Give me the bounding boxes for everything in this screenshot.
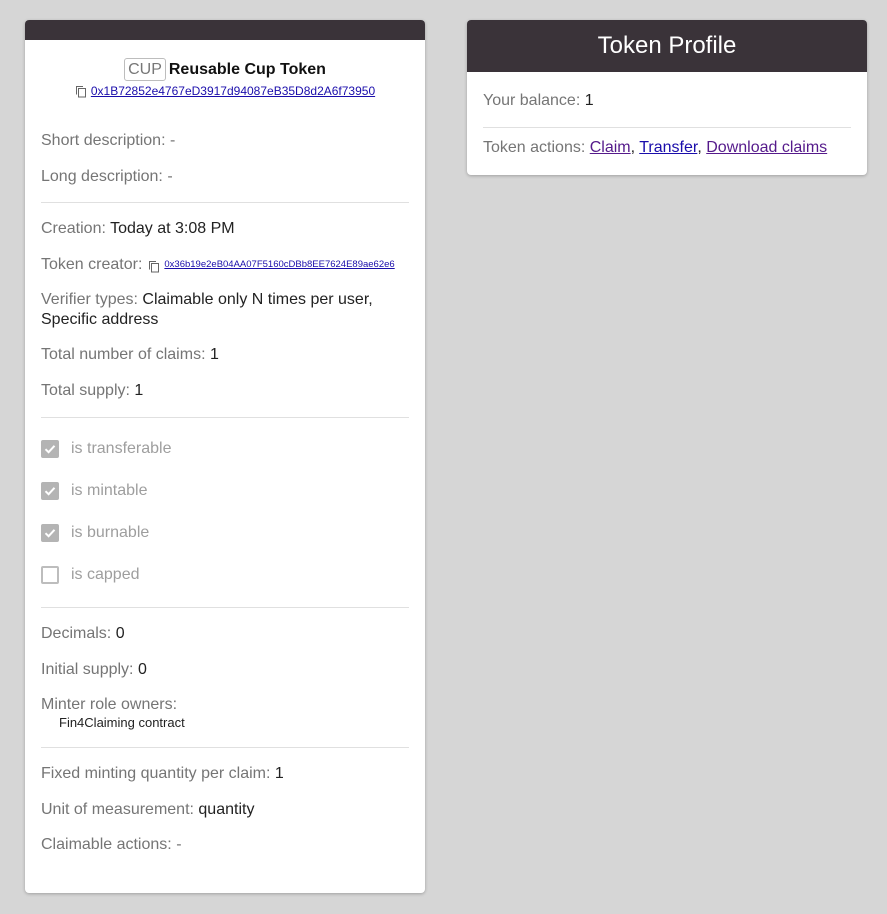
checkbox-burnable-label: is burnable xyxy=(71,524,150,541)
creation-row: Creation: Today at 3:08 PM xyxy=(41,219,409,239)
minter-roles-row: Minter role owners: xyxy=(41,695,409,715)
profile-header: Token Profile xyxy=(467,20,867,72)
creation-value: Today at 3:08 PM xyxy=(110,220,235,237)
separator: , xyxy=(630,139,636,156)
card-header-bar xyxy=(25,20,425,40)
decimals-value: 0 xyxy=(115,625,125,642)
token-symbol-badge: CUP xyxy=(124,58,166,81)
total-claims-row: Total number of claims: 1 xyxy=(41,345,409,365)
copy-icon[interactable] xyxy=(75,85,87,98)
checkbox-mintable-label: is mintable xyxy=(71,482,148,499)
verifier-types-row: Verifier types: Claimable only N times p… xyxy=(41,290,409,330)
total-supply-value: 1 xyxy=(134,382,144,399)
claimable-actions-value: - xyxy=(176,836,182,853)
claim-link[interactable]: Claim xyxy=(590,139,631,156)
token-address-link[interactable]: 0x1B72852e4767eD3917d94087eB35D8d2A6f739… xyxy=(91,84,375,98)
decimals-label: Decimals: xyxy=(41,625,112,642)
separator: , xyxy=(697,139,702,156)
fixed-quantity-value: 1 xyxy=(274,765,284,782)
token-creator-row: Token creator: 0x36b19e2eB04AA07F5160cDB… xyxy=(41,255,409,275)
checkbox-capped-row: is capped xyxy=(41,554,409,596)
download-claims-link[interactable]: Download claims xyxy=(706,139,827,156)
checkbox-transferable-label: is transferable xyxy=(71,440,172,457)
fixed-quantity-label: Fixed minting quantity per claim: xyxy=(41,765,271,782)
total-supply-row: Total supply: 1 xyxy=(41,381,409,401)
decimals-row: Decimals: 0 xyxy=(41,624,409,644)
claimable-actions-label: Claimable actions: xyxy=(41,836,172,853)
minter-roles-value: Fin4Claiming contract xyxy=(59,715,185,730)
initial-supply-row: Initial supply: 0 xyxy=(41,660,409,680)
minter-roles-label: Minter role owners: xyxy=(41,696,178,713)
total-claims-value: 1 xyxy=(209,346,219,363)
token-actions-row: Token actions: Claim, Transfer, Download… xyxy=(483,138,851,158)
total-supply-label: Total supply: xyxy=(41,382,130,399)
long-description-label: Long description: xyxy=(41,168,163,185)
checkbox-transferable-row: is transferable xyxy=(41,428,409,470)
token-creator-label: Token creator: xyxy=(41,256,143,273)
initial-supply-value: 0 xyxy=(137,661,147,678)
unit-label: Unit of measurement: xyxy=(41,801,194,818)
token-actions-label: Token actions: xyxy=(483,139,586,156)
initial-supply-label: Initial supply: xyxy=(41,661,134,678)
balance-row: Your balance: 1 xyxy=(483,91,851,111)
short-description-label: Short description: xyxy=(41,132,166,149)
token-header: CUP Reusable Cup Token 0x1B72852e4767eD39… xyxy=(41,40,409,98)
token-name: Reusable Cup Token xyxy=(168,61,326,78)
long-description-value: - xyxy=(167,168,173,185)
unit-row: Unit of measurement: quantity xyxy=(41,800,409,820)
token-profile-card: Token Profile Your balance: 1 Token acti… xyxy=(467,20,867,175)
balance-label: Your balance: xyxy=(483,92,581,109)
token-creator-link[interactable]: 0x36b19e2eB04AA07F5160cDBb8EE7624E89ae62… xyxy=(164,255,394,275)
checkbox-mintable-row: is mintable xyxy=(41,470,409,512)
claimable-actions-row: Claimable actions: - xyxy=(41,835,409,855)
checkbox-burnable[interactable] xyxy=(41,524,59,542)
checkbox-mintable[interactable] xyxy=(41,482,59,500)
short-description-value: - xyxy=(169,132,176,149)
copy-icon[interactable] xyxy=(148,259,160,272)
checkbox-capped-label: is capped xyxy=(71,566,140,583)
token-details-card: CUP Reusable Cup Token 0x1B72852e4767eD39… xyxy=(25,20,425,893)
verifier-types-label: Verifier types: xyxy=(41,291,138,308)
check-icon xyxy=(44,445,56,454)
creation-label: Creation: xyxy=(41,220,106,237)
profile-title: Token Profile xyxy=(597,32,737,59)
transfer-link[interactable]: Transfer xyxy=(639,139,697,156)
short-description-row: Short description: - xyxy=(41,131,409,151)
fixed-quantity-row: Fixed minting quantity per claim: 1 xyxy=(41,764,409,784)
balance-value: 1 xyxy=(584,92,594,109)
checkbox-capped[interactable] xyxy=(41,566,59,584)
long-description-row: Long description: - xyxy=(41,167,409,187)
check-icon xyxy=(44,529,56,538)
checkbox-transferable[interactable] xyxy=(41,440,59,458)
unit-value: quantity xyxy=(198,801,255,818)
total-claims-label: Total number of claims: xyxy=(41,346,206,363)
checkbox-burnable-row: is burnable xyxy=(41,512,409,554)
check-icon xyxy=(44,487,56,496)
